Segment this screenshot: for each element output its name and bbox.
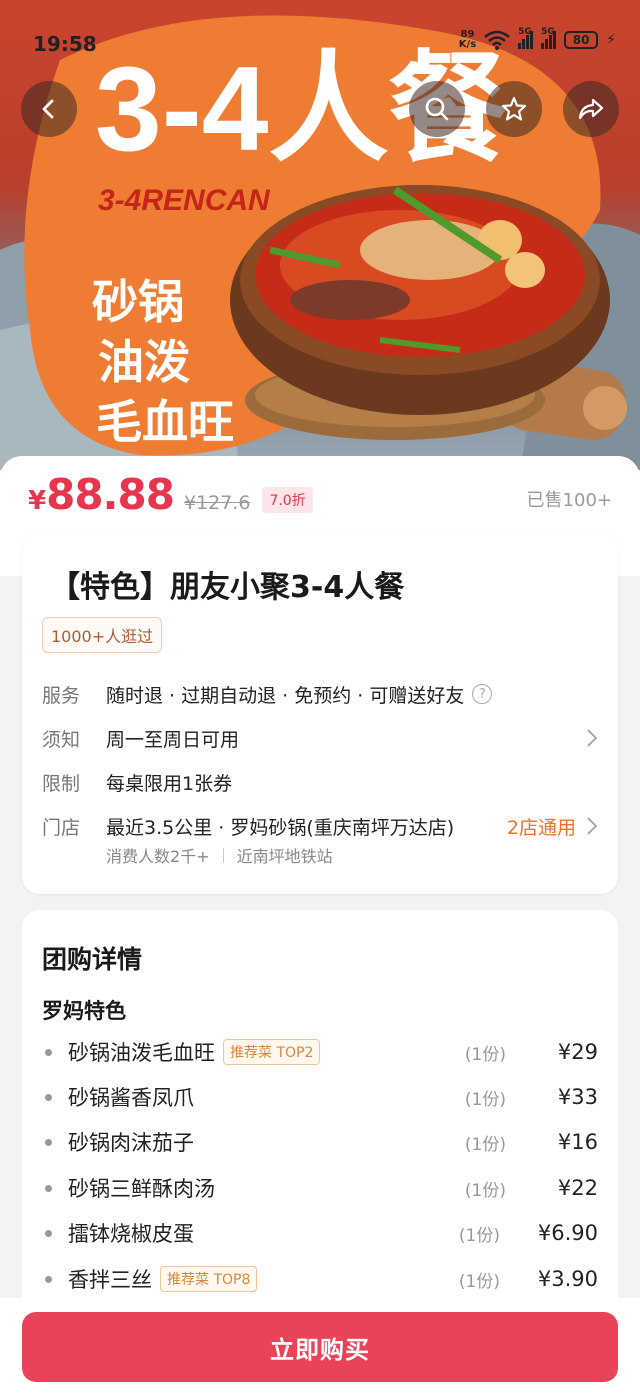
list-item: 砂锅三鲜酥肉汤 (1份) ¥22: [42, 1171, 598, 1205]
dish-name: 擂钵烧椒皮蛋: [68, 1222, 194, 1246]
details-title: 团购详情: [42, 945, 143, 974]
service-value: 随时退 · 过期自动退 · 免预约 · 可赠送好友: [106, 684, 465, 707]
dish-line-1: 砂锅: [92, 276, 184, 328]
dish-line-3: 毛血旺: [96, 396, 234, 448]
status-time: 19:58: [33, 32, 97, 56]
dish-name: 香拌三丝: [68, 1268, 152, 1292]
dish-name: 砂锅三鲜酥肉汤: [68, 1177, 215, 1201]
chevron-right-icon: [587, 729, 598, 747]
status-icons: 89 K/s 5G 5G 80 ⚡: [458, 27, 616, 50]
favorite-button[interactable]: [486, 81, 542, 137]
service-label: 服务: [42, 684, 81, 707]
search-button[interactable]: [409, 81, 465, 137]
chevron-right-icon: [587, 817, 598, 835]
share-icon: [578, 98, 604, 120]
divider: [222, 847, 224, 863]
current-price: 88.88: [46, 470, 175, 519]
recommend-tag: 推荐菜 TOP2: [223, 1039, 321, 1065]
store-value: 最近3.5公里 · 罗妈砂锅(重庆南坪万达店): [106, 816, 455, 839]
original-price: ¥127.6: [183, 492, 251, 514]
net-speed: 89 K/s: [458, 29, 477, 50]
share-button[interactable]: [563, 81, 619, 137]
store-label: 门店: [42, 816, 81, 839]
list-item: 砂锅油泼毛血旺 推荐菜 TOP2 (1份) ¥29: [42, 1035, 598, 1069]
bullet: [45, 1184, 52, 1192]
deal-info-card: 【特色】朋友小聚3-4人餐 1000+人逛过 服务 随时退 · 过期自动退 · …: [22, 534, 618, 894]
bullet: [45, 1275, 52, 1283]
dish-qty: (1份): [464, 1044, 506, 1065]
limit-value: 每桌限用1张券: [106, 772, 233, 795]
help-icon[interactable]: ?: [472, 684, 493, 704]
buy-now-button[interactable]: 立即购买: [22, 1312, 618, 1382]
dish-price: ¥16: [557, 1130, 598, 1154]
store-sub-info: 消费人数2千+ 近南坪地铁站: [106, 843, 333, 867]
discount-badge: 7.0折: [262, 487, 313, 513]
battery-icon: 80: [564, 31, 599, 49]
limit-row: 限制 每桌限用1张券: [42, 767, 598, 797]
banner-subtitle: 3-4RENCAN: [98, 184, 271, 217]
signal-icon-1: 5G: [518, 27, 534, 49]
limit-label: 限制: [42, 772, 81, 795]
consumer-count: 消费人数2千+: [106, 847, 210, 866]
back-button[interactable]: [21, 81, 77, 137]
list-item: 香拌三丝 推荐菜 TOP8 (1份) ¥3.90: [42, 1262, 598, 1296]
signal-icon-2: 5G: [541, 27, 557, 49]
recommend-tag: 推荐菜 TOP8: [160, 1266, 258, 1292]
bullet: [45, 1048, 52, 1056]
bottom-action-bar: 立即购买: [0, 1298, 640, 1400]
charging-icon: ⚡: [606, 32, 616, 48]
dish-qty: (1份): [458, 1271, 500, 1292]
hero-banner: 3-4人餐 3-4RENCAN 砂锅 油泼 毛血旺 19:58 89 K/s 5…: [0, 0, 640, 470]
dish-qty: (1份): [464, 1180, 506, 1201]
dish-line-2: 油泼: [98, 336, 190, 388]
dish-price: ¥29: [557, 1040, 598, 1064]
dish-price: ¥33: [557, 1085, 598, 1109]
dish-qty: (1份): [464, 1134, 506, 1155]
service-row[interactable]: 服务 随时退 · 过期自动退 · 免预约 · 可赠送好友 ?: [42, 679, 598, 709]
store-row[interactable]: 门店 最近3.5公里 · 罗妈砂锅(重庆南坪万达店) 2店通用: [42, 811, 598, 841]
star-icon: [501, 96, 527, 121]
dish-qty: (1份): [464, 1089, 506, 1110]
notice-value: 周一至周日可用: [106, 728, 240, 751]
price-row: ¥ 88.88 ¥127.6 7.0折: [28, 470, 313, 519]
section-title: 罗妈特色: [42, 999, 126, 1023]
notice-row[interactable]: 须知 周一至周日可用: [42, 723, 598, 753]
dish-name: 砂锅油泼毛血旺: [68, 1041, 215, 1065]
back-icon: [42, 99, 54, 119]
visit-count-tag: 1000+人逛过: [42, 617, 163, 653]
deal-title: 【特色】朋友小聚3-4人餐: [50, 570, 405, 605]
dish-price: ¥22: [557, 1176, 598, 1200]
dish-qty: (1份): [458, 1225, 500, 1246]
dish-price: ¥3.90: [537, 1267, 598, 1291]
bullet: [45, 1138, 52, 1146]
search-icon: [425, 97, 449, 121]
dish-name: 砂锅肉沫茄子: [68, 1131, 194, 1155]
store-count: 2店通用: [506, 817, 576, 839]
list-item: 砂锅酱香凤爪 (1份) ¥33: [42, 1080, 598, 1114]
currency-symbol: ¥: [28, 486, 47, 516]
list-item: 擂钵烧椒皮蛋 (1份) ¥6.90: [42, 1216, 598, 1250]
notice-label: 须知: [42, 728, 81, 751]
list-item: 砂锅肉沫茄子 (1份) ¥16: [42, 1125, 598, 1159]
status-bar: 19:58 89 K/s 5G 5G 80 ⚡: [0, 0, 640, 80]
dish-name: 砂锅酱香凤爪: [68, 1086, 194, 1110]
bullet: [45, 1229, 52, 1237]
wifi-icon: [484, 30, 510, 50]
dish-price: ¥6.90: [537, 1221, 598, 1245]
sold-count: 已售100+: [526, 490, 612, 511]
near-station: 近南坪地铁站: [236, 847, 333, 866]
bullet: [45, 1093, 52, 1101]
